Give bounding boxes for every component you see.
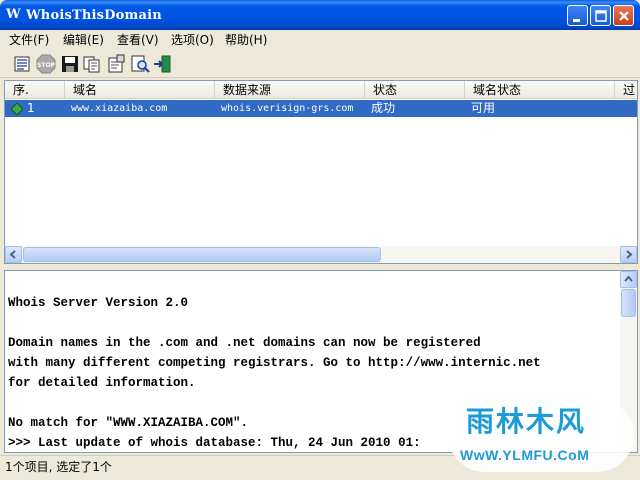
chevron-left-icon xyxy=(9,250,16,259)
row-domain-status: 可用 xyxy=(471,101,496,115)
row-status-icon xyxy=(11,103,23,115)
column-domain-status[interactable]: 域名状态 xyxy=(465,81,615,99)
stop-button[interactable]: STOP xyxy=(36,54,56,74)
save-icon xyxy=(62,56,78,72)
output-line: Domain names in the .com and .net domain… xyxy=(8,336,481,350)
row-domain: www.xiazaiba.com xyxy=(71,103,168,114)
minimize-icon xyxy=(573,19,580,22)
properties-button[interactable] xyxy=(106,54,126,74)
column-index[interactable]: 序. xyxy=(5,81,65,99)
title-bar[interactable]: W WhoisThisDomain xyxy=(0,0,640,30)
menu-help[interactable]: 帮助(H) xyxy=(225,33,267,47)
column-domain[interactable]: 域名 xyxy=(65,81,215,99)
menu-file[interactable]: 文件(F) xyxy=(9,33,49,47)
scroll-right-button[interactable] xyxy=(620,246,637,263)
toolbar: STOP xyxy=(0,50,640,78)
menu-bar: 文件(F) 编辑(E) 查看(V) 选项(O) 帮助(H) xyxy=(0,30,640,50)
output-line: ​ xyxy=(8,313,613,333)
status-text: 1个项目, 选定了1个 xyxy=(5,460,112,474)
app-icon: W xyxy=(6,7,21,22)
stop-icon: STOP xyxy=(36,54,56,74)
output-line: with many different competing registrars… xyxy=(8,356,541,370)
watermark-url: WwW.YLMFU.CoM xyxy=(460,447,590,463)
window-title: WhoisThisDomain xyxy=(26,8,162,23)
output-line: Whois Server Version 2.0 xyxy=(8,296,189,310)
chevron-right-icon xyxy=(626,250,633,259)
maximize-icon xyxy=(595,10,607,22)
row-status: 成功 xyxy=(371,101,396,115)
list-header: 序. 域名 数据来源 状态 域名状态 过 xyxy=(5,81,637,99)
scroll-up-button[interactable] xyxy=(620,271,637,288)
column-status[interactable]: 状态 xyxy=(365,81,465,99)
column-source[interactable]: 数据来源 xyxy=(215,81,365,99)
properties-icon xyxy=(108,54,125,73)
find-button[interactable] xyxy=(130,54,150,74)
exit-icon xyxy=(154,55,171,73)
row-source: whois.verisign-grs.com xyxy=(221,103,354,114)
results-list[interactable]: 序. 域名 数据来源 状态 域名状态 过 1 www.xiazaiba.com … xyxy=(4,80,638,264)
column-more[interactable]: 过 xyxy=(615,81,637,99)
maximize-button[interactable] xyxy=(590,5,611,26)
row-index: 1 xyxy=(27,101,35,115)
copy-button[interactable] xyxy=(82,54,102,74)
list-button[interactable] xyxy=(12,54,32,74)
save-button[interactable] xyxy=(60,54,80,74)
horizontal-scroll-thumb[interactable] xyxy=(23,247,381,262)
table-row[interactable]: 1 www.xiazaiba.com whois.verisign-grs.co… xyxy=(5,100,637,117)
close-icon xyxy=(619,11,629,21)
watermark-logo: 雨林木风 WwW.YLMFU.CoM xyxy=(448,398,634,472)
minimize-button[interactable] xyxy=(567,5,588,26)
exit-button[interactable] xyxy=(152,54,172,74)
chevron-up-icon xyxy=(624,275,633,282)
copy-icon xyxy=(83,56,100,73)
horizontal-scrollbar[interactable] xyxy=(5,246,637,263)
list-icon xyxy=(14,56,30,72)
menu-edit[interactable]: 编辑(E) xyxy=(63,33,104,47)
output-line: for detailed information. xyxy=(8,376,196,390)
close-button[interactable] xyxy=(613,5,634,26)
menu-options[interactable]: 选项(O) xyxy=(171,33,214,47)
find-icon xyxy=(131,55,150,73)
vertical-scroll-thumb[interactable] xyxy=(621,289,636,317)
scroll-left-button[interactable] xyxy=(5,246,22,263)
svg-text:STOP: STOP xyxy=(37,62,56,69)
watermark-title: 雨林木风 xyxy=(466,405,587,438)
menu-view[interactable]: 查看(V) xyxy=(117,33,159,47)
